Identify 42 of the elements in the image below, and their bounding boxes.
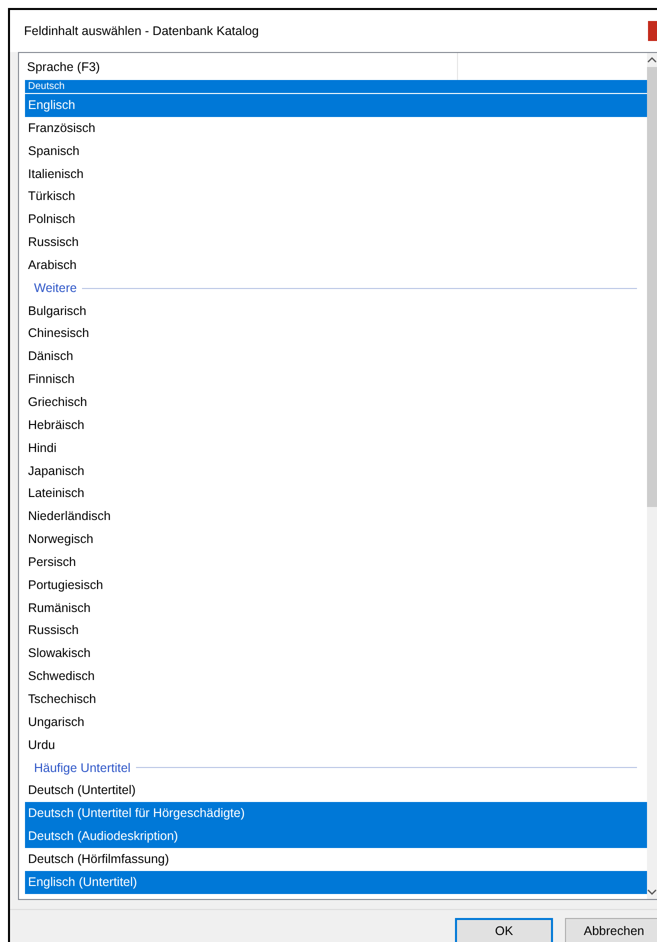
- list-item[interactable]: Schwedisch: [25, 665, 647, 688]
- list-item[interactable]: Japanisch: [25, 460, 647, 482]
- list-item[interactable]: Englisch: [25, 94, 647, 117]
- list-item[interactable]: Dänisch: [25, 345, 647, 368]
- list-item[interactable]: Persisch: [25, 550, 647, 574]
- list-item[interactable]: Griechisch: [25, 390, 647, 414]
- list-item[interactable]: Deutsch (Hörfilmfassung): [25, 848, 647, 871]
- list-item[interactable]: Französisch: [25, 116, 647, 140]
- list-item[interactable]: Deutsch (Untertitel für Hörgeschädigte): [25, 802, 647, 825]
- list-item[interactable]: Urdu: [25, 734, 647, 756]
- list-item[interactable]: Deutsch (Audiodeskription): [25, 825, 647, 848]
- list-item[interactable]: Portugiesisch: [25, 574, 647, 597]
- list-item[interactable]: Spanisch: [25, 140, 647, 163]
- list-item[interactable]: Bulgarisch: [25, 300, 647, 322]
- scrollbar[interactable]: [647, 53, 657, 899]
- list-item[interactable]: Polnisch: [25, 208, 647, 232]
- list-item[interactable]: Russisch: [25, 231, 647, 254]
- group-heading: Weitere: [34, 281, 77, 296]
- window-title: Feldinhalt auswählen - Datenbank Katalog: [23, 24, 259, 38]
- list-item[interactable]: Arabisch: [25, 254, 647, 277]
- close-button[interactable]: [648, 21, 657, 41]
- dialog-button[interactable]: OK: [455, 918, 553, 942]
- list-item[interactable]: Tschechisch: [25, 688, 647, 711]
- list-item[interactable]: Niederländisch: [25, 505, 647, 528]
- dialog-button[interactable]: Abbrechen: [565, 918, 657, 942]
- list-item[interactable]: Finnisch: [25, 368, 647, 391]
- scrollbar-thumb[interactable]: [647, 67, 657, 507]
- list-item[interactable]: Hebräisch: [25, 414, 647, 437]
- group-heading: Häufige Untertitel: [34, 760, 131, 775]
- list-item[interactable]: Hindi: [25, 436, 647, 460]
- list-item[interactable]: Englisch (Untertitel): [25, 870, 647, 894]
- list-item[interactable]: Türkisch: [25, 185, 647, 208]
- list-item[interactable]: Deutsch (Untertitel): [25, 779, 647, 802]
- list-item[interactable]: Lateinisch: [25, 482, 647, 506]
- list-item[interactable]: Russisch: [25, 619, 647, 642]
- list-item[interactable]: Italienisch: [25, 162, 647, 186]
- list-item[interactable]: Deutsch: [25, 80, 647, 93]
- list-item[interactable]: Slowakisch: [25, 642, 647, 666]
- list-item[interactable]: Chinesisch: [25, 322, 647, 346]
- list-item[interactable]: Rumänisch: [25, 596, 647, 620]
- list-item[interactable]: Norwegisch: [25, 528, 647, 551]
- list-item[interactable]: Ungarisch: [25, 710, 647, 734]
